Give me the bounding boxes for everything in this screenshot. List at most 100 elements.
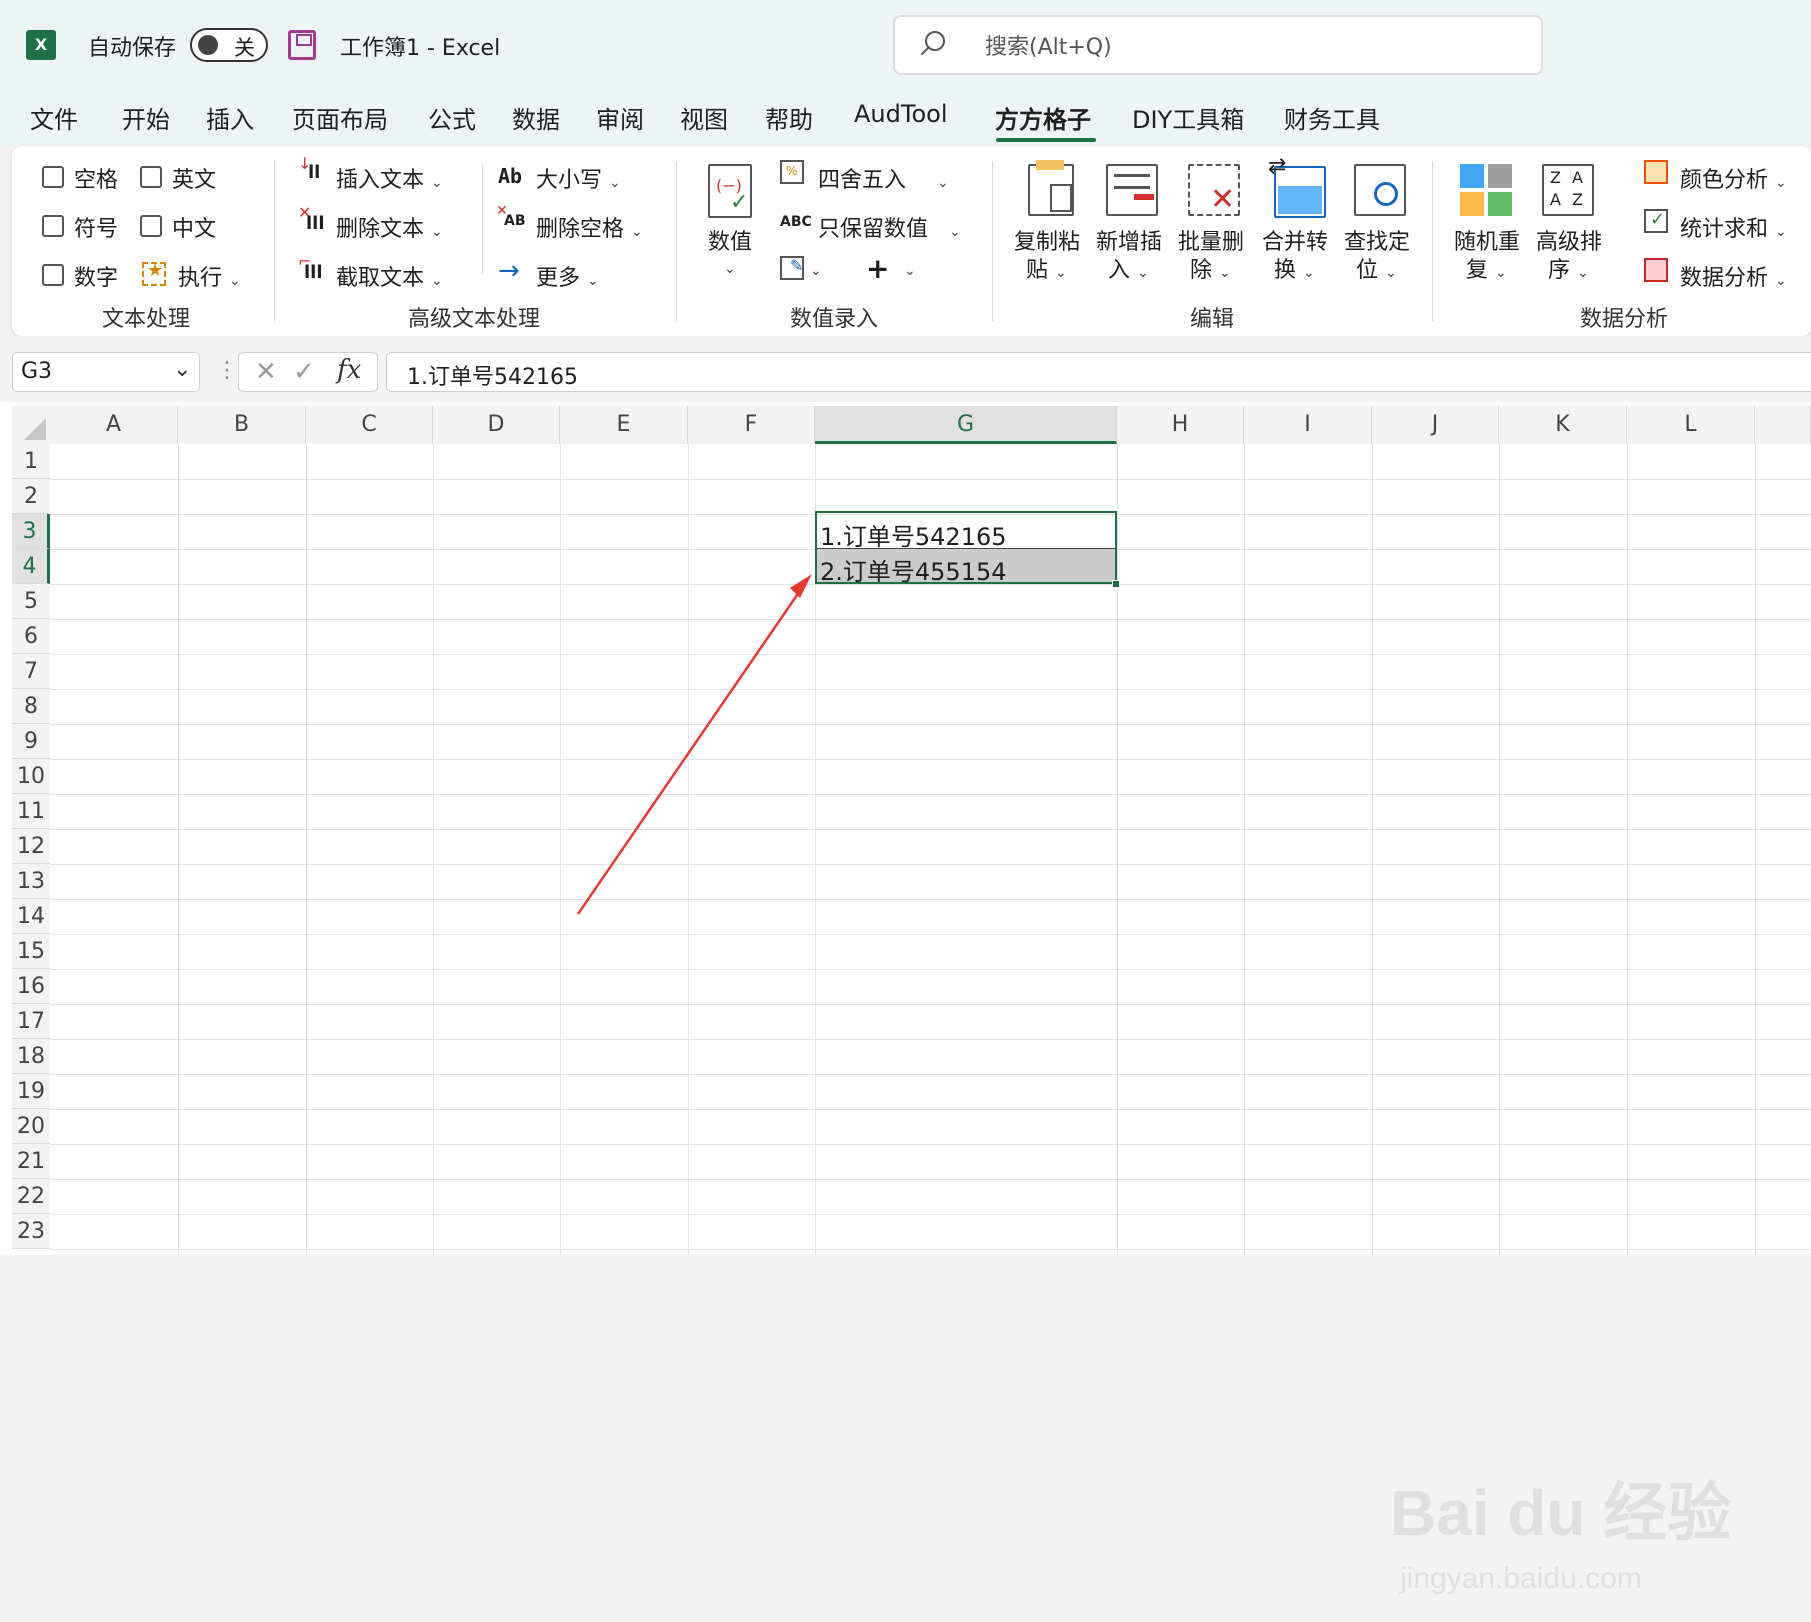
- group-label-text-processing: 文本处理: [102, 307, 191, 332]
- delete-spaces-icon: ✕ AB: [496, 203, 526, 229]
- find-locate-button-line2[interactable]: 位 ⌄: [1356, 252, 1397, 284]
- search-icon: [925, 31, 945, 51]
- group-label-numeric-entry: 数值录入: [790, 307, 879, 332]
- autosave-toggle[interactable]: 关: [190, 28, 268, 62]
- symbol-label: 符号: [74, 217, 119, 242]
- delete-spaces-button[interactable]: 删除空格 ⌄: [536, 211, 643, 243]
- keep-values-button[interactable]: 只保留数值 ⌄: [818, 211, 961, 243]
- tab-diy-toolbox[interactable]: DIY工具箱: [1132, 100, 1244, 135]
- document-title: 工作簿1 - Excel: [340, 36, 501, 61]
- formula-input[interactable]: 1.订单号542165: [386, 352, 1811, 392]
- check-icon[interactable]: ✓: [293, 357, 315, 387]
- case-icon: Ab: [498, 164, 523, 188]
- more-arrow-icon: →: [498, 256, 520, 286]
- group-label-advanced-text: 高级文本处理: [408, 307, 541, 332]
- data-analysis-icon: [1644, 258, 1668, 282]
- advanced-sort-icon: Z A A Z: [1542, 164, 1594, 216]
- copy-paste-icon: [1028, 160, 1074, 216]
- autosave-label: 自动保存: [88, 36, 177, 61]
- group-separator: [1432, 161, 1433, 321]
- arrow-head: [790, 574, 812, 598]
- copy-paste-button-line2[interactable]: 贴 ⌄: [1026, 252, 1067, 284]
- color-analysis-icon: [1644, 160, 1668, 184]
- number-checkbox[interactable]: [42, 264, 64, 286]
- data-analysis-button[interactable]: 数据分析 ⌄: [1680, 260, 1787, 292]
- execute-button[interactable]: 执行 ⌄: [178, 260, 241, 292]
- execute-icon: ★: [142, 260, 166, 286]
- symbol-checkbox[interactable]: [42, 215, 64, 237]
- random-repeat-icon: [1460, 164, 1512, 216]
- tab-formulas[interactable]: 公式: [428, 100, 476, 135]
- space-checkbox[interactable]: [42, 166, 64, 188]
- batch-delete-icon: ✕: [1188, 164, 1240, 217]
- random-repeat-button-line2[interactable]: 复 ⌄: [1466, 252, 1507, 284]
- merge-convert-icon: ⇄: [1268, 154, 1326, 218]
- chinese-label: 中文: [172, 217, 217, 242]
- delete-text-button[interactable]: 删除文本 ⌄: [336, 211, 443, 243]
- name-box[interactable]: G3 ⌄: [12, 352, 200, 392]
- group-separator: [482, 164, 483, 274]
- tab-insert[interactable]: 插入: [206, 100, 254, 135]
- edit-form-dropdown[interactable]: ⌄: [810, 256, 822, 281]
- tab-data[interactable]: 数据: [512, 100, 560, 135]
- advanced-sort-button-line2[interactable]: 序 ⌄: [1548, 252, 1589, 284]
- tab-home[interactable]: 开始: [122, 100, 170, 135]
- excel-logo-icon: X: [26, 30, 56, 60]
- chevron-down-icon[interactable]: ⌄: [173, 357, 191, 382]
- cancel-icon[interactable]: ✕: [255, 357, 277, 387]
- batch-delete-button-line2[interactable]: 除 ⌄: [1190, 252, 1231, 284]
- title-bar: X 自动保存 关 工作簿1 - Excel 搜索(Alt+Q): [0, 0, 1811, 90]
- menu-bar: 文件 开始 插入 页面布局 公式 数据 审阅 视图 帮助 AudTool 方方格…: [0, 90, 1811, 146]
- search-box[interactable]: 搜索(Alt+Q): [893, 15, 1543, 75]
- toggle-knob: [198, 35, 218, 55]
- color-analysis-button[interactable]: 颜色分析 ⌄: [1680, 162, 1787, 194]
- number-label: 数字: [74, 266, 119, 291]
- insert-text-button[interactable]: 插入文本 ⌄: [336, 162, 443, 194]
- tab-review[interactable]: 审阅: [596, 100, 644, 135]
- tab-audtool[interactable]: AudTool: [854, 100, 947, 128]
- watermark-brand: Bai du 经验: [1390, 1477, 1732, 1549]
- value-button[interactable]: 数值: [708, 224, 752, 256]
- tab-view[interactable]: 视图: [680, 100, 728, 135]
- edit-form-icon[interactable]: ✎: [780, 256, 804, 280]
- formula-buttons: ✕ ✓ fx: [238, 352, 378, 392]
- arrow-line: [576, 581, 808, 915]
- save-icon[interactable]: [288, 30, 316, 60]
- autosave-state: 关: [234, 36, 255, 60]
- group-label-edit: 编辑: [1190, 307, 1235, 332]
- search-placeholder: 搜索(Alt+Q): [985, 35, 1112, 60]
- tab-help[interactable]: 帮助: [765, 100, 813, 135]
- tab-file[interactable]: 文件: [30, 100, 78, 135]
- value-icon: (−) ✓: [708, 164, 752, 218]
- more-button[interactable]: 更多 ⌄: [536, 260, 599, 292]
- round-icon: %: [780, 160, 804, 184]
- english-checkbox[interactable]: [140, 166, 162, 188]
- round-button[interactable]: 四舍五入 ⌄: [818, 162, 949, 194]
- insert-new-icon: [1106, 164, 1158, 216]
- tab-finance-tools[interactable]: 财务工具: [1284, 100, 1380, 135]
- tab-page-layout[interactable]: 页面布局: [292, 100, 388, 135]
- merge-convert-button-line2[interactable]: 换 ⌄: [1274, 252, 1315, 284]
- worksheet-grid[interactable]: A B C D E F G H I J K L 1 2 3 4 5 6 7 8 …: [0, 402, 1811, 1595]
- annotation-arrow: [576, 574, 812, 915]
- more-dots-icon[interactable]: ⋮: [216, 358, 238, 383]
- formula-content: 1.订单号542165: [407, 365, 578, 390]
- group-separator: [676, 161, 677, 321]
- group-separator: [992, 161, 993, 321]
- extract-text-icon: ⌐ lll: [298, 252, 323, 283]
- add-icon[interactable]: +: [866, 252, 889, 285]
- case-button[interactable]: 大小写 ⌄: [536, 162, 621, 194]
- value-dropdown-chevron[interactable]: ⌄: [724, 254, 736, 279]
- baidu-watermark: Bai du 经验 jingyan.baidu.com: [1390, 1462, 1790, 1622]
- insert-function-icon[interactable]: fx: [337, 355, 361, 385]
- chinese-checkbox[interactable]: [140, 215, 162, 237]
- stat-sum-button[interactable]: 统计求和 ⌄: [1680, 211, 1787, 243]
- add-dropdown[interactable]: ⌄: [904, 256, 916, 281]
- group-separator: [274, 161, 275, 321]
- insert-new-button-line2[interactable]: 入 ⌄: [1108, 252, 1149, 284]
- keep-values-icon: ABC: [780, 214, 812, 230]
- tab-fangfanggezi[interactable]: 方方格子: [995, 100, 1091, 135]
- extract-text-button[interactable]: 截取文本 ⌄: [336, 260, 443, 292]
- insert-text-icon: ↓ ll: [298, 154, 321, 183]
- formula-bar: G3 ⌄ ⋮ ✕ ✓ fx 1.订单号542165: [0, 336, 1811, 402]
